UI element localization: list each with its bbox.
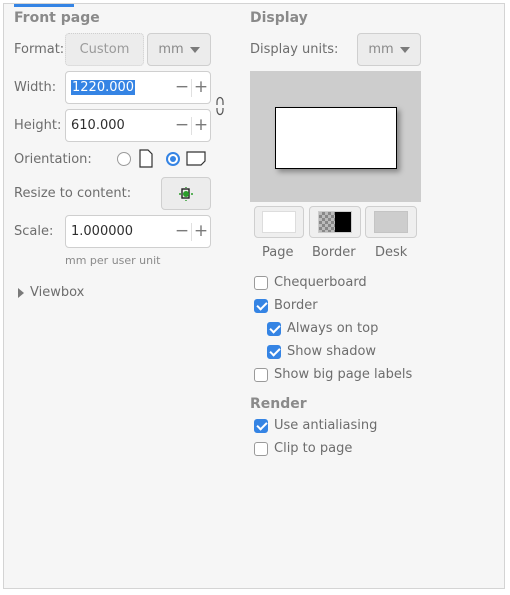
- front-page-header: Front page: [14, 10, 100, 26]
- use-antialiasing-checkbox[interactable]: [254, 419, 268, 433]
- display-units-dropdown[interactable]: mm: [357, 33, 421, 66]
- plus-icon[interactable]: +: [192, 79, 210, 96]
- always-on-top-checkbox[interactable]: [267, 322, 281, 336]
- display-units-value: mm: [368, 42, 394, 57]
- format-unit-dropdown[interactable]: mm: [147, 33, 211, 66]
- show-shadow-label: Show shadow: [287, 344, 377, 359]
- border-color-button[interactable]: [309, 206, 361, 238]
- height-label: Height:: [14, 118, 62, 133]
- resize-to-content-label: Resize to content:: [14, 186, 132, 201]
- chequerboard-checkbox[interactable]: [254, 276, 268, 290]
- width-spinbox[interactable]: 1220.000 − +: [65, 71, 211, 104]
- show-big-page-labels-label: Show big page labels: [274, 367, 413, 382]
- preview-page: [275, 107, 397, 169]
- desk-swatch-label: Desk: [375, 245, 408, 260]
- render-header: Render: [250, 396, 307, 412]
- border-checkbox[interactable]: [254, 299, 268, 313]
- page-color-swatch: [262, 211, 296, 233]
- show-big-page-labels-checkbox[interactable]: [254, 368, 268, 382]
- plus-icon[interactable]: +: [192, 223, 210, 240]
- resize-to-content-icon: [179, 186, 193, 201]
- page-color-button[interactable]: [254, 206, 304, 238]
- landscape-page-icon: [186, 151, 206, 166]
- height-input[interactable]: 610.000: [66, 118, 173, 133]
- page-preview: [250, 71, 421, 202]
- desk-color-button[interactable]: [365, 206, 417, 238]
- always-on-top-label: Always on top: [287, 321, 379, 336]
- display-header: Display: [250, 10, 308, 26]
- clip-to-page-checkbox[interactable]: [254, 442, 268, 456]
- clip-to-page-label: Clip to page: [274, 441, 353, 456]
- border-label: Border: [274, 298, 318, 313]
- display-units-label: Display units:: [250, 42, 339, 57]
- width-label: Width:: [14, 80, 57, 95]
- chain-link-icon[interactable]: [214, 94, 226, 122]
- format-dropdown[interactable]: Custom: [65, 33, 144, 66]
- border-color-swatch: [318, 211, 352, 233]
- resize-to-content-button[interactable]: [161, 177, 211, 210]
- portrait-page-icon: [139, 149, 153, 168]
- minus-icon[interactable]: −: [173, 117, 191, 134]
- scale-hint: mm per user unit: [65, 254, 161, 267]
- orientation-label: Orientation:: [14, 152, 92, 167]
- height-spinbox[interactable]: 610.000 − +: [65, 109, 211, 142]
- minus-icon[interactable]: −: [173, 79, 191, 96]
- scale-label: Scale:: [14, 224, 54, 239]
- scale-spinbox[interactable]: 1.000000 − +: [65, 215, 211, 248]
- border-swatch-label: Border: [312, 245, 356, 260]
- minus-icon[interactable]: −: [173, 223, 191, 240]
- active-tab-indicator: [14, 4, 74, 7]
- format-unit-value: mm: [158, 42, 184, 57]
- format-value: Custom: [79, 42, 130, 57]
- plus-icon[interactable]: +: [192, 117, 210, 134]
- chevron-down-icon: [189, 46, 200, 53]
- viewbox-label: Viewbox: [30, 285, 85, 300]
- scale-input[interactable]: 1.000000: [66, 224, 173, 239]
- chevron-down-icon: [399, 46, 410, 53]
- page-swatch-label: Page: [262, 245, 294, 260]
- format-label: Format:: [14, 42, 65, 57]
- portrait-radio[interactable]: [117, 152, 131, 166]
- chevron-right-icon: [18, 287, 24, 298]
- landscape-radio[interactable]: [166, 152, 180, 166]
- viewbox-expander[interactable]: Viewbox: [18, 285, 84, 300]
- show-shadow-checkbox[interactable]: [267, 345, 281, 359]
- chequerboard-label: Chequerboard: [274, 275, 367, 290]
- use-antialiasing-label: Use antialiasing: [274, 418, 378, 433]
- document-properties-panel: Front page Format: Custom mm Width: 1220…: [3, 3, 505, 589]
- width-input[interactable]: 1220.000: [71, 80, 136, 95]
- desk-color-swatch: [374, 211, 408, 233]
